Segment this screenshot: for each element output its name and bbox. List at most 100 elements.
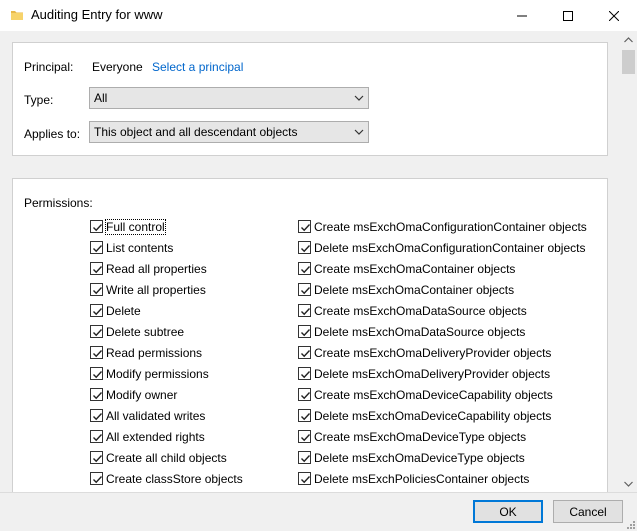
checkmark-icon (301, 455, 311, 463)
permission-checkbox[interactable] (298, 220, 311, 233)
permission-label: Delete msExchOmaDeviceType objects (314, 450, 525, 465)
permission-label: Read permissions (106, 345, 203, 360)
scrollbar-thumb[interactable] (622, 50, 635, 74)
permission-label: Delete msExchOmaConfigurationContainer o… (314, 240, 586, 255)
minimize-icon (517, 15, 527, 16)
permission-row[interactable]: Delete msExchOmaDataSource objects (298, 321, 525, 342)
permission-checkbox[interactable] (298, 409, 311, 422)
permission-label: Create msExchOmaDeviceType objects (314, 429, 527, 444)
permission-checkbox[interactable] (90, 220, 103, 233)
vertical-scrollbar[interactable] (620, 31, 637, 492)
checkmark-icon (301, 371, 311, 379)
permission-checkbox[interactable] (90, 472, 103, 485)
checkmark-icon (301, 413, 311, 421)
permission-row[interactable]: Modify permissions (90, 363, 209, 384)
permission-row[interactable]: All extended rights (90, 426, 205, 447)
close-button[interactable] (591, 0, 637, 31)
permission-row[interactable]: Delete msExchOmaDeviceType objects (298, 447, 525, 468)
permission-checkbox[interactable] (90, 451, 103, 464)
maximize-button[interactable] (545, 0, 591, 31)
permission-checkbox[interactable] (90, 367, 103, 380)
permission-label: Delete msExchOmaContainer objects (314, 282, 515, 297)
permission-label: All validated writes (106, 408, 206, 423)
permission-checkbox[interactable] (90, 241, 103, 254)
permission-checkbox[interactable] (298, 346, 311, 359)
checkmark-icon (301, 308, 311, 316)
applies-to-dropdown[interactable]: This object and all descendant objects (89, 121, 369, 143)
permission-row[interactable]: Create all child objects (90, 447, 227, 468)
permission-row[interactable]: Write all properties (90, 279, 206, 300)
permission-label: Delete msExchOmaDeliveryProvider objects (314, 366, 551, 381)
permission-checkbox[interactable] (90, 325, 103, 338)
minimize-button[interactable] (499, 0, 545, 31)
checkmark-icon (301, 476, 311, 484)
permission-label: Create msExchOmaDataSource objects (314, 303, 527, 318)
permission-checkbox[interactable] (298, 472, 311, 485)
permission-row[interactable]: List contents (90, 237, 173, 258)
cancel-button[interactable]: Cancel (553, 500, 623, 523)
permission-row[interactable]: All validated writes (90, 405, 205, 426)
permission-checkbox[interactable] (298, 325, 311, 338)
permission-row[interactable]: Create msExchOmaDataSource objects (298, 300, 527, 321)
ok-button[interactable]: OK (473, 500, 543, 523)
permission-label: Write all properties (106, 282, 206, 297)
permission-row[interactable]: Create msExchOmaDeviceType objects (298, 426, 526, 447)
permission-row[interactable]: Delete msExchOmaDeviceCapability objects (298, 405, 551, 426)
permission-label: Delete msExchPoliciesContainer objects (314, 471, 530, 486)
principal-label: Principal: (24, 60, 74, 74)
permission-label: Create classStore objects (106, 471, 243, 486)
chevron-down-icon (354, 129, 364, 135)
checkmark-icon (93, 266, 103, 274)
permission-checkbox[interactable] (298, 283, 311, 296)
scroll-up-button[interactable] (620, 31, 637, 48)
permission-label: Create msExchOmaContainer objects (314, 261, 516, 276)
permission-row[interactable]: Modify owner (90, 384, 177, 405)
permission-checkbox[interactable] (298, 367, 311, 380)
applies-to-label: Applies to: (24, 127, 81, 141)
permission-row[interactable]: Delete (90, 300, 141, 321)
permission-checkbox[interactable] (298, 241, 311, 254)
permission-label: Full control (105, 218, 166, 235)
permissions-label: Permissions: (24, 196, 93, 210)
permission-checkbox[interactable] (298, 388, 311, 401)
permission-row[interactable]: Create msExchOmaContainer objects (298, 258, 515, 279)
permission-checkbox[interactable] (298, 451, 311, 464)
permission-row[interactable]: Create msExchOmaDeliveryProvider objects (298, 342, 551, 363)
permission-checkbox[interactable] (298, 304, 311, 317)
permission-row[interactable]: Delete msExchOmaContainer objects (298, 279, 514, 300)
resize-grip-icon[interactable] (625, 519, 635, 529)
permission-checkbox[interactable] (90, 430, 103, 443)
permission-row[interactable]: Create msExchOmaConfigurationContainer o… (298, 216, 587, 237)
checkmark-icon (301, 224, 311, 232)
window-title: Auditing Entry for www (31, 7, 163, 22)
checkmark-icon (93, 329, 103, 337)
permission-label: Create msExchOmaConfigurationContainer o… (314, 219, 587, 234)
permission-checkbox[interactable] (90, 388, 103, 401)
permission-checkbox[interactable] (298, 430, 311, 443)
permission-row[interactable]: Delete msExchPoliciesContainer objects (298, 468, 529, 489)
chevron-down-icon (624, 481, 633, 487)
select-principal-link[interactable]: Select a principal (152, 60, 243, 74)
checkmark-icon (301, 329, 311, 337)
type-dropdown[interactable]: All (89, 87, 369, 109)
permission-checkbox[interactable] (90, 262, 103, 275)
scroll-down-button[interactable] (620, 475, 637, 492)
permission-row[interactable]: Delete subtree (90, 321, 184, 342)
permissions-panel: Permissions: Full control List contents Re… (12, 178, 608, 492)
permission-row[interactable]: Read all properties (90, 258, 207, 279)
permission-row[interactable]: Read permissions (90, 342, 202, 363)
permission-checkbox[interactable] (90, 304, 103, 317)
checkmark-icon (301, 434, 311, 442)
permission-label: List contents (106, 240, 174, 255)
permission-row[interactable]: Delete msExchOmaDeliveryProvider objects (298, 363, 550, 384)
permission-row[interactable]: Full control (90, 216, 166, 237)
permission-checkbox[interactable] (90, 346, 103, 359)
permission-row[interactable]: Create classStore objects (90, 468, 243, 489)
permission-label: Delete msExchOmaDeviceCapability objects (314, 408, 552, 423)
permission-checkbox[interactable] (90, 283, 103, 296)
permission-row[interactable]: Create msExchOmaDeviceCapability objects (298, 384, 553, 405)
permission-checkbox[interactable] (90, 409, 103, 422)
permission-label: Delete msExchOmaDataSource objects (314, 324, 526, 339)
permission-checkbox[interactable] (298, 262, 311, 275)
permission-row[interactable]: Delete msExchOmaConfigurationContainer o… (298, 237, 585, 258)
